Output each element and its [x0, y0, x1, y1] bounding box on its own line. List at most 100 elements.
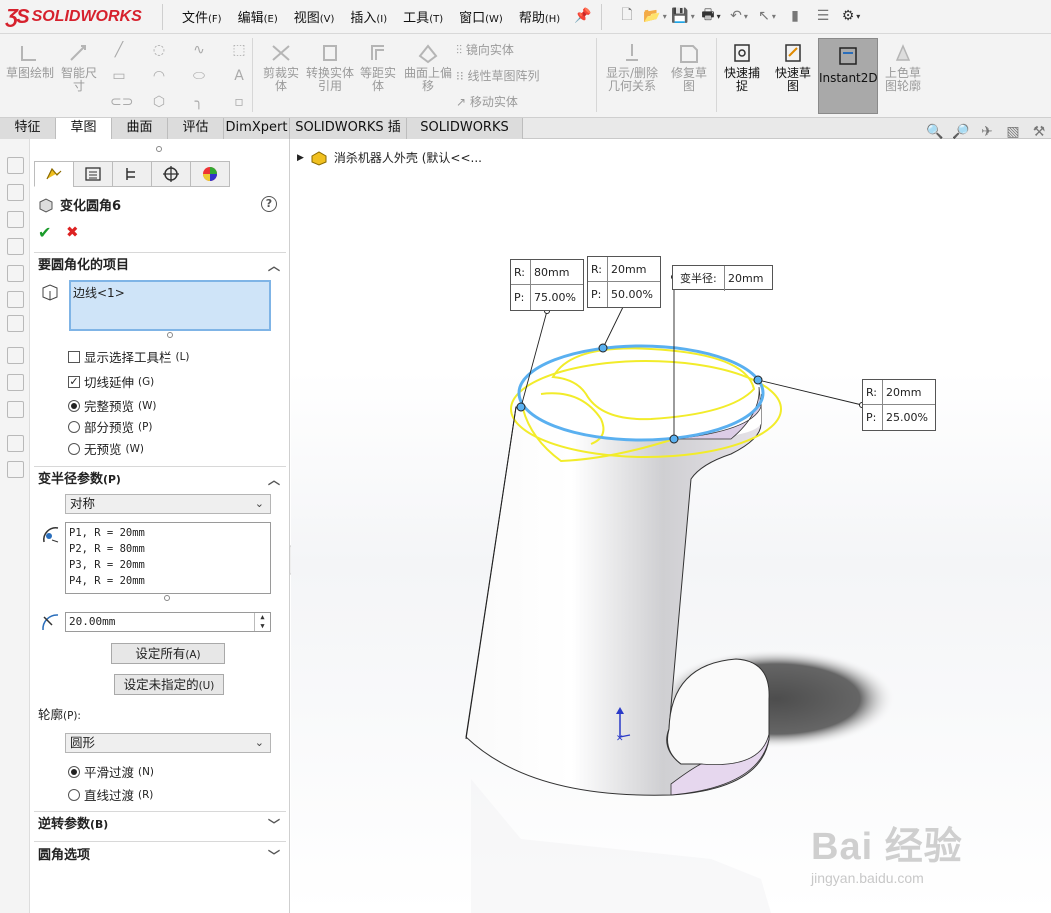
- polygon-icon[interactable]: ⬡: [150, 94, 168, 110]
- tab-sketch[interactable]: 草图: [56, 118, 112, 139]
- checkbox[interactable]: ✓: [68, 375, 80, 388]
- menu-edit[interactable]: 编辑(E): [238, 7, 278, 26]
- offset-entities-button[interactable]: 等距实体: [356, 42, 400, 93]
- rectangle-icon[interactable]: ▭: [110, 68, 128, 84]
- menu-file[interactable]: 文件(F): [182, 7, 222, 26]
- callout-position[interactable]: 75.00%: [531, 285, 576, 310]
- options-gear-icon[interactable]: ⚙ ▾: [840, 6, 862, 26]
- tangent-propagation-checkbox[interactable]: ✓ 切线延伸 (G): [68, 372, 154, 391]
- cancel-x-button[interactable]: ✖: [66, 223, 79, 241]
- sketch-button[interactable]: 草图绘制: [6, 42, 54, 80]
- linear-pattern-button[interactable]: ⁝⁝ 线性草图阵列: [456, 67, 539, 84]
- fillet-options-header[interactable]: 圆角选项 ﹀: [30, 844, 288, 868]
- set-all-button[interactable]: 设定所有(A): [111, 643, 225, 664]
- fillet-icon[interactable]: ╮: [190, 94, 208, 110]
- cube-icon[interactable]: [7, 157, 24, 174]
- move-entities-button[interactable]: ↗ 移动实体: [456, 93, 518, 110]
- line-icon[interactable]: ╱: [110, 42, 128, 58]
- quick-snaps-button[interactable]: 快速捕捉: [720, 42, 764, 93]
- configuration-manager-tab[interactable]: [112, 161, 152, 187]
- spline-icon[interactable]: ∿: [190, 42, 208, 58]
- tab-features[interactable]: 特征: [0, 118, 56, 139]
- list-item[interactable]: P4, R = 20mm: [69, 573, 267, 589]
- radio-button[interactable]: [68, 765, 80, 778]
- smart-dimension-button[interactable]: 智能尺寸: [56, 42, 102, 93]
- sketch-tool-icon[interactable]: [7, 401, 24, 418]
- section-view-icon[interactable]: ▧: [1003, 122, 1023, 142]
- plane-icon[interactable]: ⬚: [230, 42, 248, 58]
- callout-radius[interactable]: 20mm: [608, 257, 646, 281]
- view-orientation-icon[interactable]: ⚒: [1029, 122, 1049, 142]
- cube-icon[interactable]: [7, 265, 24, 282]
- pin-icon[interactable]: 📌: [574, 8, 591, 24]
- radio-button[interactable]: [68, 442, 80, 455]
- resize-handle[interactable]: [164, 595, 170, 601]
- menu-help[interactable]: 帮助(H): [519, 7, 560, 26]
- sketch-tool-icon[interactable]: [7, 374, 24, 391]
- radio-button[interactable]: [68, 420, 80, 433]
- radius-callout-p3[interactable]: R: 20mm P: 50.00%: [587, 256, 661, 308]
- point-icon[interactable]: ▫: [230, 94, 248, 110]
- full-preview-radio[interactable]: 完整预览 (W): [68, 396, 156, 415]
- variable-radius-parameters-header[interactable]: 变半径参数(P) ︿: [30, 468, 288, 492]
- cube-icon[interactable]: [7, 184, 24, 201]
- checkbox[interactable]: [68, 350, 80, 363]
- tab-solidworks-mbd[interactable]: SOLIDWORKS MBD: [407, 118, 523, 155]
- display-manager-tab[interactable]: [190, 161, 230, 187]
- list-item[interactable]: P3, R = 20mm: [69, 557, 267, 573]
- callout-position[interactable]: 50.00%: [608, 282, 653, 307]
- sketch-tool-icon[interactable]: [7, 347, 24, 364]
- resize-handle[interactable]: [167, 332, 173, 338]
- menu-tools[interactable]: 工具(T): [403, 7, 443, 26]
- radius-callout-p2[interactable]: R: 80mm P: 75.00%: [510, 259, 584, 311]
- callout-position[interactable]: 25.00%: [883, 405, 928, 430]
- property-manager-tab[interactable]: [73, 161, 113, 187]
- convert-entities-button[interactable]: 转换实体引用: [306, 42, 354, 93]
- radio-button[interactable]: [68, 399, 80, 412]
- spinner-arrows-icon[interactable]: ▲ ▼: [254, 613, 270, 631]
- ok-checkmark-button[interactable]: ✔: [38, 223, 51, 242]
- menu-view[interactable]: 视图(V): [294, 7, 335, 26]
- menu-insert[interactable]: 插入(I): [350, 7, 387, 26]
- model-viewport[interactable]: ✕: [291, 139, 1051, 913]
- tab-solidworks-addins[interactable]: SOLIDWORKS 插件: [290, 118, 407, 155]
- surface-offset-button[interactable]: 曲面上偏移: [404, 42, 452, 93]
- save-icon[interactable]: 💾 ▾: [671, 6, 694, 26]
- help-icon[interactable]: ?: [261, 196, 277, 212]
- repair-sketch-button[interactable]: 修复草图: [666, 42, 712, 93]
- solidworks-logo[interactable]: ƷS SOLIDWORKS: [6, 6, 142, 28]
- set-unassigned-button[interactable]: 设定未指定的(U): [114, 674, 224, 695]
- list-item[interactable]: P2, R = 80mm: [69, 541, 267, 557]
- arc-icon[interactable]: ◠: [150, 68, 168, 84]
- items-to-fillet-header[interactable]: 要圆角化的项目 ︿: [30, 254, 288, 278]
- file-properties-icon[interactable]: ☰: [812, 6, 834, 26]
- cube-icon[interactable]: [7, 291, 24, 308]
- tab-evaluate[interactable]: 评估: [168, 118, 224, 139]
- rapid-sketch-button[interactable]: 快速草图: [770, 42, 816, 93]
- tab-surfaces[interactable]: 曲面: [112, 118, 168, 139]
- callout-radius[interactable]: 20mm: [883, 380, 921, 404]
- print-icon[interactable]: 🖶 ▾: [700, 6, 722, 26]
- radius-points-list[interactable]: P1, R = 20mm P2, R = 80mm P3, R = 20mm P…: [65, 522, 271, 594]
- zoom-to-fit-icon[interactable]: 🔍: [925, 122, 945, 142]
- instant2d-button[interactable]: Instant2D: [818, 38, 878, 114]
- layers-icon[interactable]: [7, 435, 24, 452]
- display-relations-button[interactable]: 显示/删除几何关系: [602, 42, 662, 93]
- menu-window[interactable]: 窗口(W): [459, 7, 503, 26]
- new-document-icon[interactable]: 🗋: [616, 6, 638, 26]
- profile-select[interactable]: 圆形 ⌄: [65, 733, 271, 753]
- slot-icon[interactable]: ⊂⊃: [110, 94, 133, 110]
- smooth-transition-radio[interactable]: 平滑过渡 (N): [68, 762, 154, 781]
- trim-entities-button[interactable]: 剪裁实体: [258, 42, 304, 93]
- selected-edge-item[interactable]: 边线<1>: [73, 286, 125, 300]
- text-icon[interactable]: A: [230, 68, 248, 84]
- callout-radius[interactable]: 20mm: [725, 266, 763, 291]
- circle-icon[interactable]: ◌: [150, 42, 168, 58]
- graphics-area[interactable]: ▶ 消杀机器人外壳 (默认<<... ✕ R: 80mm P: 75.00% R…: [291, 139, 1051, 913]
- list-item[interactable]: P1, R = 20mm: [69, 525, 267, 541]
- radius-callout-p4[interactable]: R: 20mm P: 25.00%: [862, 379, 936, 431]
- cube-icon[interactable]: [7, 315, 24, 332]
- show-selection-toolbar-checkbox[interactable]: 显示选择工具栏 (L): [68, 347, 189, 366]
- feature-manager-tab[interactable]: [34, 161, 74, 187]
- ellipse-icon[interactable]: ⬭: [190, 68, 208, 84]
